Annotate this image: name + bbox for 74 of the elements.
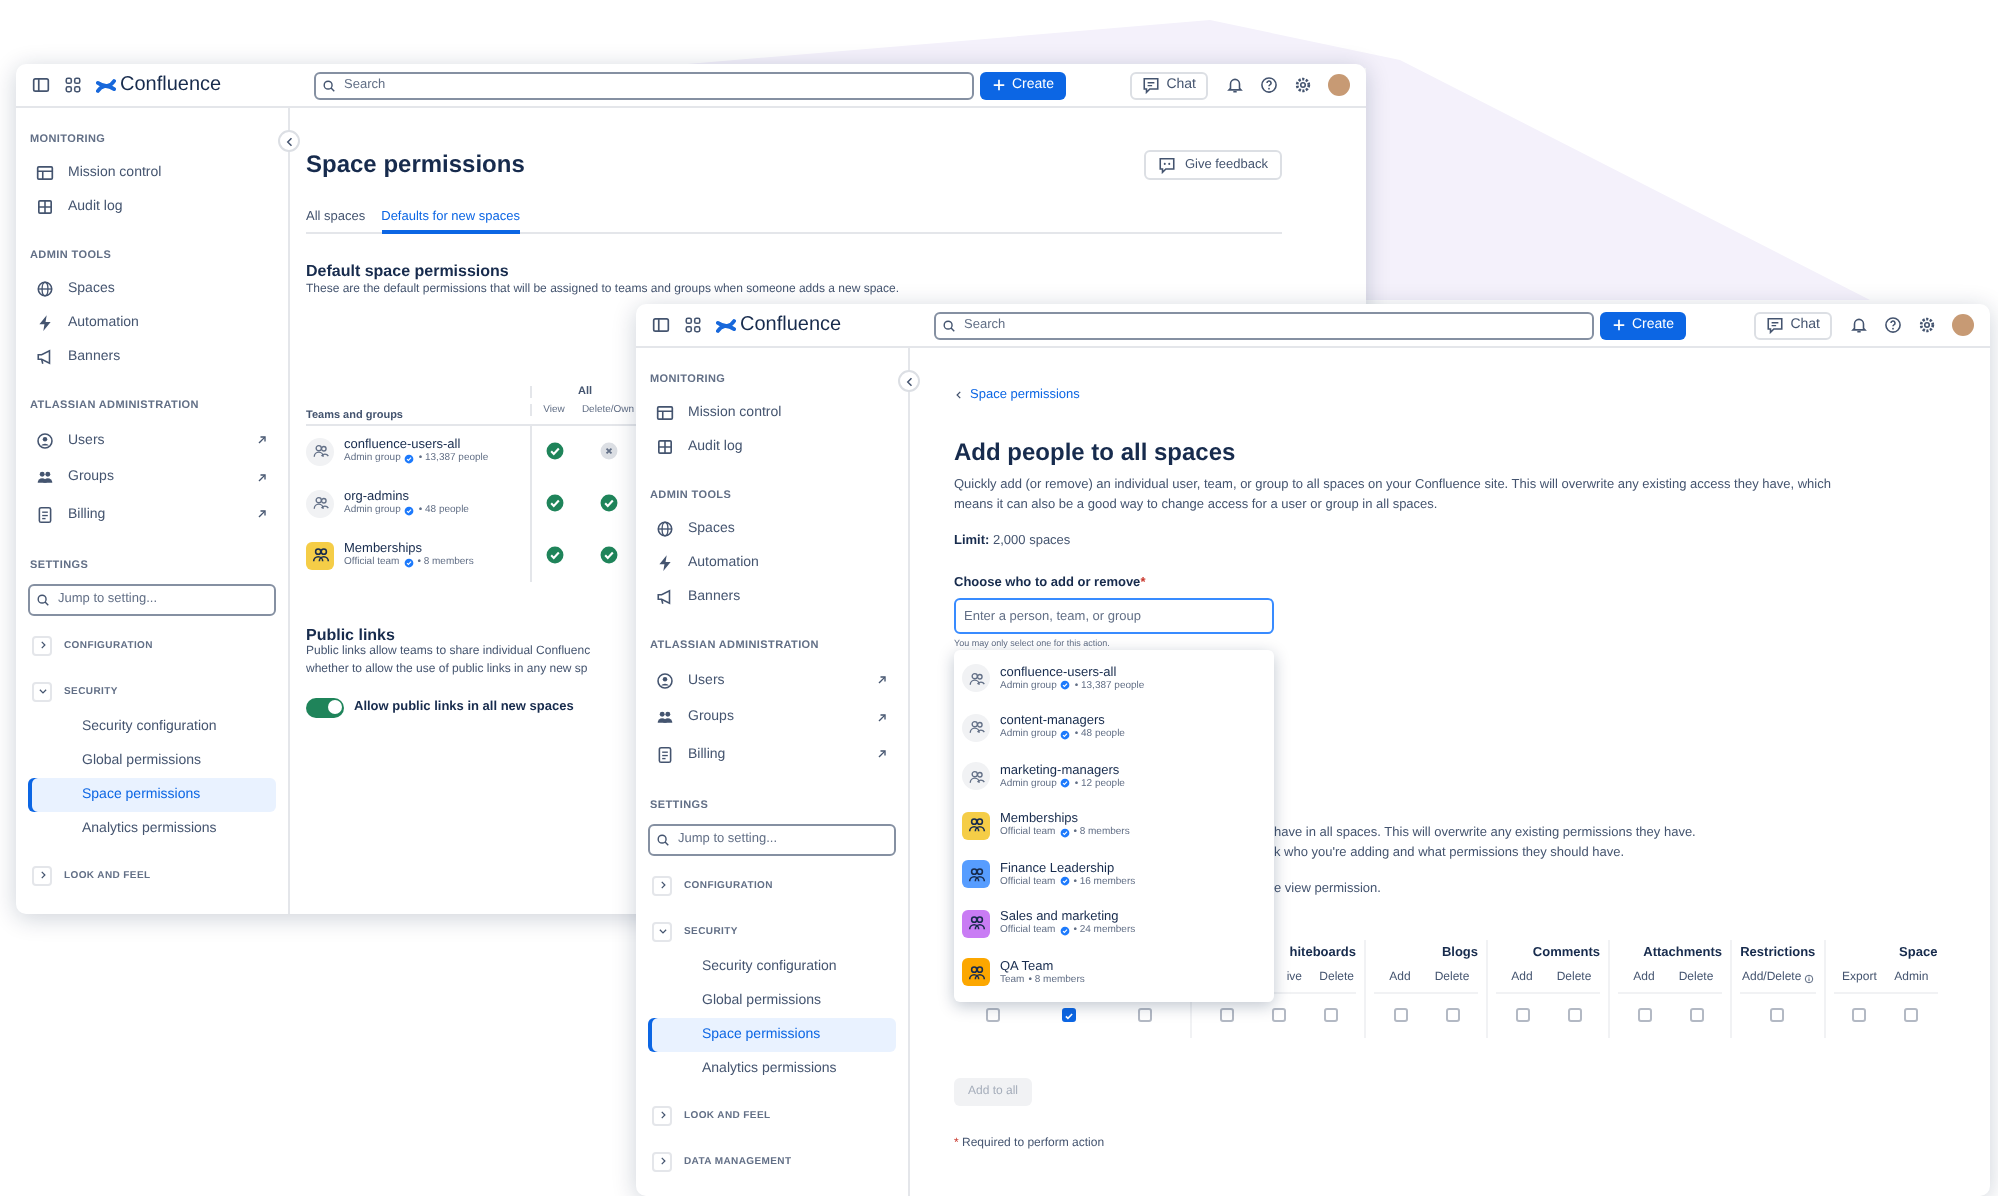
checkbox[interactable] — [1137, 1008, 1151, 1022]
chevron-icon — [37, 686, 47, 696]
section-title: Public links — [306, 625, 395, 643]
checkbox[interactable] — [1770, 1008, 1785, 1022]
sidebar-toggle-icon[interactable] — [652, 316, 670, 334]
checkbox[interactable] — [1567, 1008, 1581, 1022]
avatar[interactable] — [1952, 314, 1974, 336]
collapse-button[interactable] — [278, 130, 300, 152]
chevron-icon — [657, 880, 667, 890]
chat-icon — [1766, 316, 1785, 334]
avatar[interactable] — [1328, 74, 1350, 96]
product-name: Confluence — [120, 74, 222, 96]
globe-icon — [36, 280, 54, 298]
chevron-icon — [657, 1110, 667, 1120]
group-avatar — [962, 713, 990, 742]
checkbox[interactable] — [1271, 1008, 1285, 1022]
user-icon — [656, 671, 674, 690]
page-title: Space permissions — [306, 148, 525, 180]
checkbox[interactable] — [1689, 1008, 1703, 1022]
checkbox[interactable] — [1852, 1008, 1867, 1022]
notifications-icon[interactable] — [1226, 76, 1244, 94]
chevron-icon — [954, 390, 964, 400]
user-icon — [36, 431, 54, 450]
checkbox[interactable] — [1445, 1008, 1459, 1022]
grid-icon — [656, 438, 674, 456]
app-switcher-icon[interactable] — [684, 316, 702, 334]
group-avatar — [306, 437, 334, 465]
table-icon — [36, 164, 54, 182]
chat-icon — [1142, 76, 1161, 94]
app-switcher-icon[interactable] — [64, 76, 82, 94]
product-name: Confluence — [740, 314, 842, 336]
group-avatar — [962, 762, 990, 791]
help-icon[interactable] — [1884, 316, 1902, 334]
group-avatar — [962, 664, 990, 693]
document-icon — [656, 745, 674, 764]
checkbox[interactable] — [1637, 1008, 1651, 1022]
group-avatar — [306, 489, 334, 517]
settings-icon[interactable] — [1918, 316, 1936, 334]
collapse-button[interactable] — [898, 370, 920, 392]
lightning-icon — [36, 314, 54, 332]
plus-icon — [992, 78, 1006, 92]
document-icon — [36, 505, 54, 524]
checkbox[interactable] — [1061, 1008, 1075, 1022]
checkbox[interactable] — [1219, 1008, 1233, 1022]
globe-icon — [656, 520, 674, 538]
toggle-switch[interactable] — [306, 697, 344, 717]
feedback-icon — [1158, 155, 1177, 173]
checkbox[interactable] — [1393, 1008, 1407, 1022]
logo-icon — [716, 315, 736, 335]
chevron-icon — [657, 1156, 667, 1166]
checkbox[interactable] — [1323, 1008, 1337, 1022]
notifications-icon[interactable] — [1850, 316, 1868, 334]
checkbox[interactable] — [985, 1008, 999, 1022]
chevron-icon — [903, 375, 915, 387]
sidebar-toggle-icon[interactable] — [32, 76, 50, 94]
people-icon — [656, 708, 674, 727]
grid-icon — [36, 198, 54, 216]
lightning-icon — [656, 554, 674, 572]
logo-icon — [96, 75, 116, 95]
page-title: Add people to all spaces — [954, 436, 1238, 468]
section-title: Default space permissions — [306, 261, 511, 279]
checkbox[interactable] — [1904, 1008, 1919, 1022]
megaphone-icon — [656, 588, 674, 606]
settings-icon[interactable] — [1294, 76, 1312, 94]
people-icon — [36, 468, 54, 487]
chevron-icon — [657, 926, 667, 936]
chevron-icon — [37, 640, 47, 650]
help-icon[interactable] — [1260, 76, 1278, 94]
chevron-icon — [283, 135, 295, 147]
megaphone-icon — [36, 348, 54, 366]
checkbox[interactable] — [1515, 1008, 1529, 1022]
plus-icon — [1612, 318, 1626, 332]
table-icon — [656, 404, 674, 422]
chevron-icon — [37, 870, 47, 880]
